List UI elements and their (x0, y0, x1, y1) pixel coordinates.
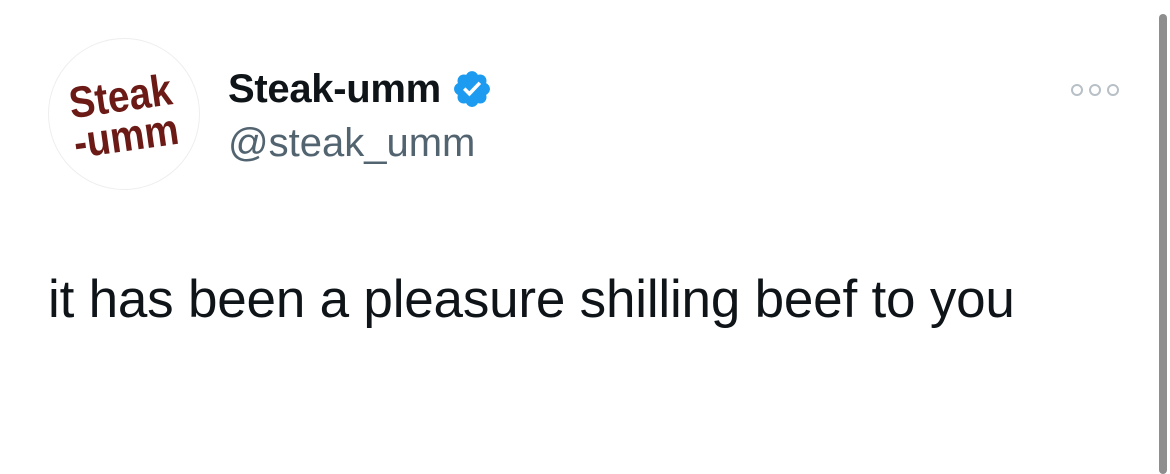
avatar[interactable]: Steak -umm (48, 38, 200, 190)
verified-badge-icon (454, 71, 490, 107)
scrollbar[interactable] (1159, 14, 1167, 474)
author-row: Steak-umm (228, 66, 493, 112)
tweet-text: it has been a pleasure shilling beef to … (48, 270, 1015, 329)
steak-umm-logo: Steak -umm (66, 64, 182, 168)
user-handle[interactable]: @steak_umm (228, 120, 475, 166)
more-horizontal-icon[interactable] (1070, 80, 1120, 100)
display-name[interactable]: Steak-umm (228, 66, 441, 112)
tweet-card: Steak -umm Steak-umm @steak_umm it has b… (0, 0, 1170, 474)
